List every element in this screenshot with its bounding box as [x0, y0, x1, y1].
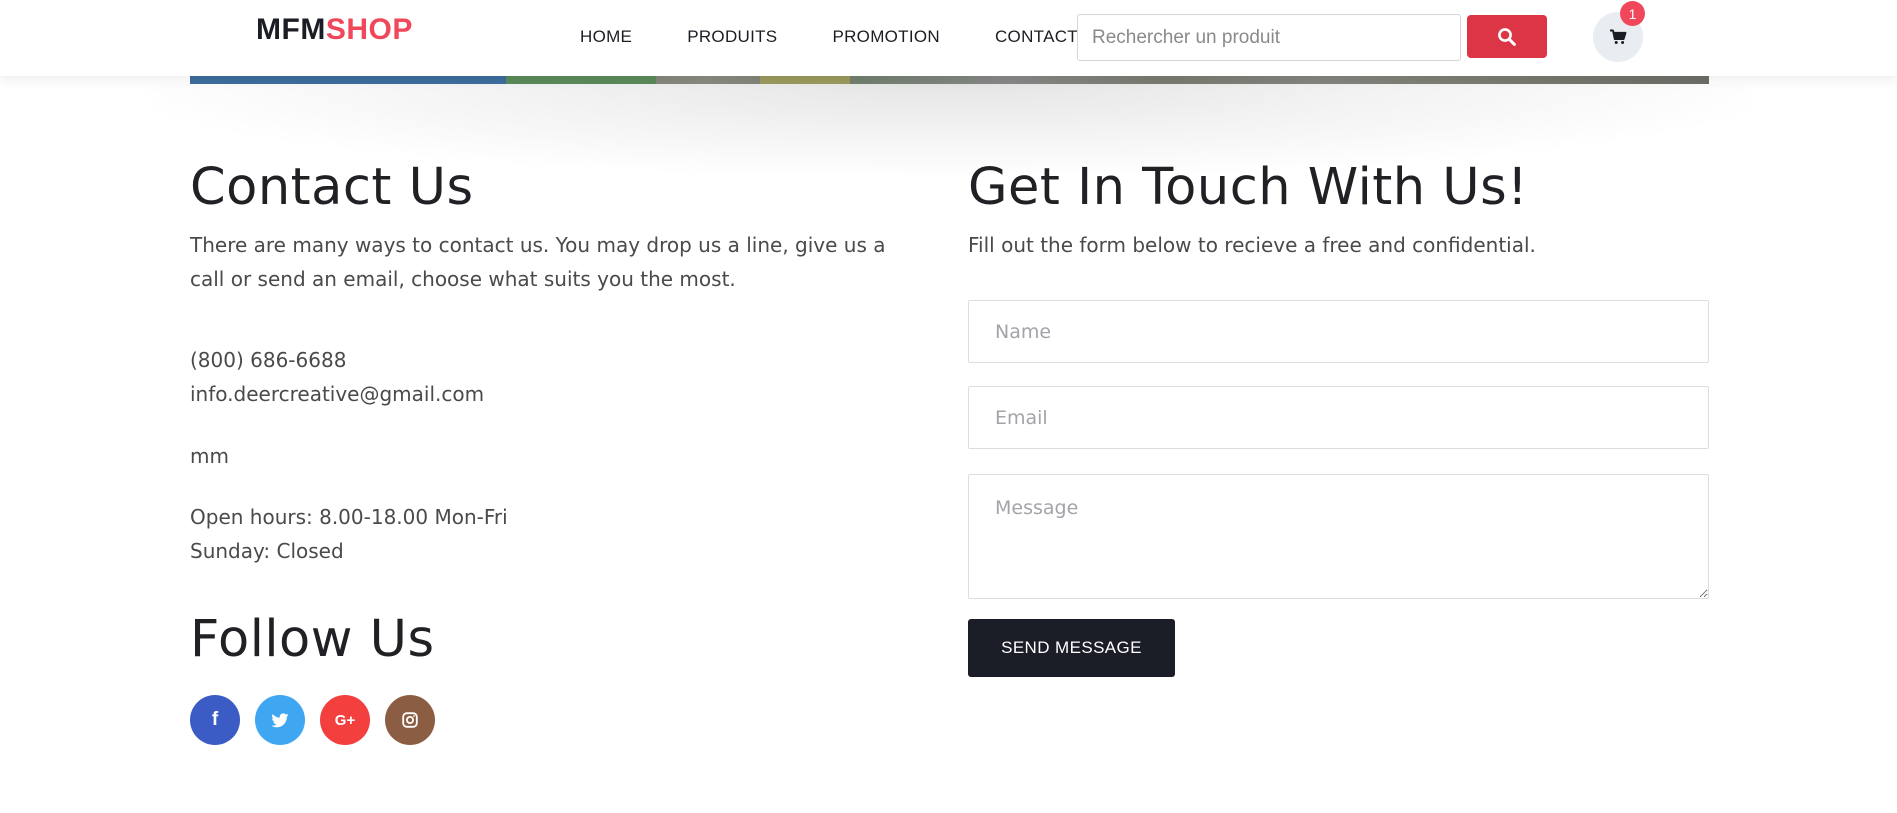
contact-phone[interactable]: (800) 686-6688: [190, 348, 346, 372]
twitter-icon: [271, 712, 289, 727]
contact-sunday: Sunday: Closed: [190, 539, 344, 563]
nav-home[interactable]: HOME: [580, 27, 632, 47]
search-icon: [1498, 27, 1516, 46]
email-field[interactable]: [968, 386, 1709, 449]
instagram-icon: [402, 712, 418, 728]
search-input[interactable]: [1077, 14, 1461, 61]
nav-produits[interactable]: PRODUITS: [687, 27, 777, 47]
contact-hours: Open hours: 8.00-18.00 Mon-Fri: [190, 505, 508, 529]
send-message-button[interactable]: SEND MESSAGE: [968, 619, 1175, 677]
contact-email[interactable]: info.deercreative@gmail.com: [190, 382, 484, 406]
nav-promotion[interactable]: PROMOTION: [832, 27, 940, 47]
main-nav: HOME PRODUITS PROMOTION CONTACT: [580, 27, 1133, 47]
search-button[interactable]: [1467, 15, 1547, 58]
follow-title: Follow Us: [190, 610, 435, 669]
get-in-touch-subtitle: Fill out the form below to recieve a fre…: [968, 233, 1536, 257]
contact-title: Contact Us: [190, 158, 474, 217]
contact-intro: There are many ways to contact us. You m…: [190, 233, 886, 291]
nav-contact[interactable]: CONTACT: [995, 27, 1078, 47]
name-field[interactable]: [968, 300, 1709, 363]
google-plus-icon: G+: [334, 711, 356, 729]
contact-address: mm: [190, 444, 229, 468]
logo-part-mfm: MFM: [256, 13, 326, 46]
instagram-button[interactable]: [385, 695, 435, 745]
logo-part-shop: SHOP: [325, 13, 413, 46]
google-plus-button[interactable]: G+: [320, 695, 370, 745]
message-field[interactable]: [968, 474, 1709, 599]
get-in-touch-title: Get In Touch With Us!: [968, 158, 1529, 217]
cart-count-badge: 1: [1620, 1, 1645, 26]
shopping-cart-icon: [1610, 29, 1627, 44]
top-header: MFMSHOP HOME PRODUITS PROMOTION CONTACT …: [0, 0, 1897, 76]
facebook-icon: f: [211, 709, 219, 730]
twitter-button[interactable]: [255, 695, 305, 745]
site-logo[interactable]: MFMSHOP: [256, 13, 413, 47]
facebook-button[interactable]: f: [190, 695, 240, 745]
